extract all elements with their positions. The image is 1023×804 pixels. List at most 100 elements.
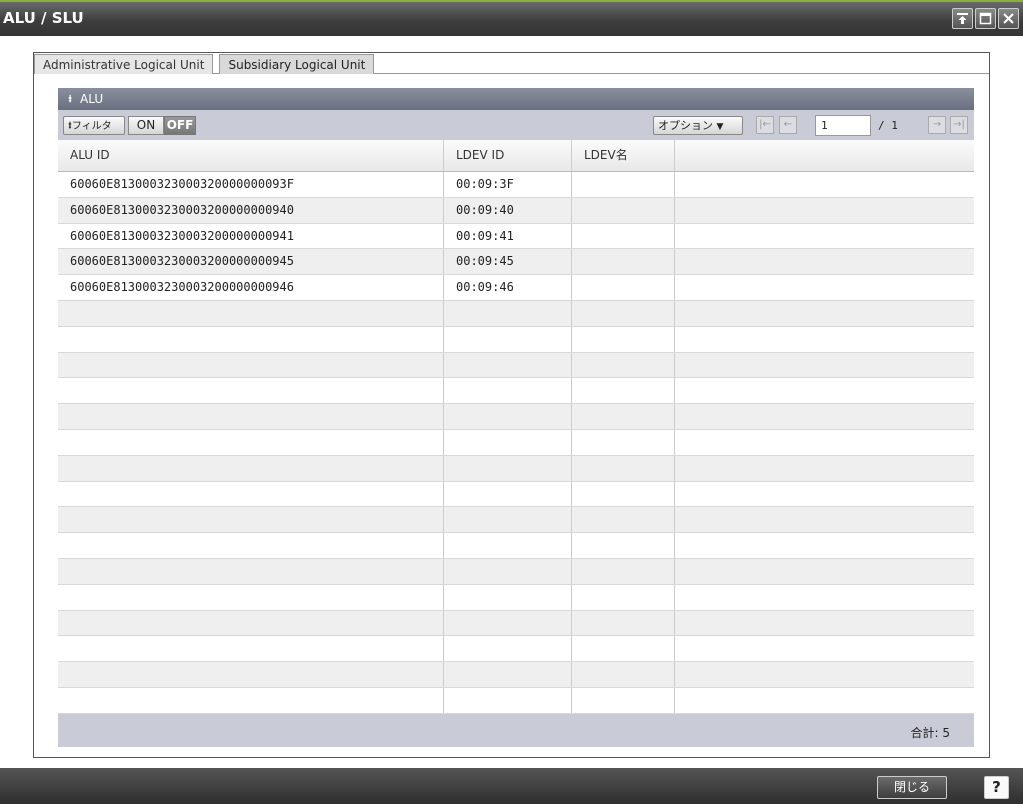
cell-ldev-name	[572, 636, 675, 662]
cell-empty	[675, 301, 974, 326]
filter-off-toggle[interactable]: OFF	[164, 116, 196, 135]
cell-ldev-id	[444, 507, 572, 533]
tab-bar: Administrative Logical Unit Subsidiary L…	[34, 52, 380, 74]
cell-ldev-id	[444, 584, 572, 610]
last-page-icon[interactable]: →|	[950, 116, 968, 134]
table-row[interactable]	[58, 636, 974, 663]
cell-empty	[675, 249, 974, 274]
cell-ldev-name	[572, 429, 675, 455]
cell-ldev-id	[444, 352, 572, 378]
table-footer: 合計: 5	[58, 714, 974, 747]
table-row[interactable]	[58, 326, 974, 353]
table-row[interactable]	[58, 662, 974, 688]
table-row[interactable]	[58, 533, 974, 559]
cell-ldev-id: 00:09:3F	[444, 172, 572, 197]
cell-ldev-name	[572, 378, 675, 404]
cell-empty	[675, 404, 974, 429]
cell-alu-id	[58, 636, 444, 662]
cell-alu-id	[58, 687, 444, 713]
table-header: ALU ID LDEV ID LDEV名	[58, 140, 974, 172]
table-row[interactable]: 60060E8130003230003200000000940 00:09:40	[58, 197, 974, 224]
table-row[interactable]: 60060E813000323000320000000093F 00:09:3F	[58, 172, 974, 198]
window-title: ALU / SLU	[3, 9, 84, 27]
cell-ldev-name	[572, 455, 675, 481]
table-row[interactable]: 60060E8130003230003200000000946 00:09:46	[58, 275, 974, 301]
cell-empty	[675, 533, 974, 558]
cell-ldev-name	[572, 481, 675, 507]
next-page-icon[interactable]: →	[928, 116, 946, 134]
caret-down-icon: ▼	[716, 122, 724, 132]
table-row[interactable]	[58, 507, 974, 534]
cell-empty	[675, 559, 974, 584]
cell-alu-id	[58, 533, 444, 558]
cell-empty	[675, 275, 974, 300]
bottom-bar: 閉じる ?	[0, 768, 1023, 804]
table-row[interactable]	[58, 300, 974, 327]
cell-ldev-name	[572, 687, 675, 713]
cell-ldev-id	[444, 558, 572, 584]
double-chevron-up-icon: ⭽︎	[68, 92, 73, 106]
table-row[interactable]	[58, 352, 974, 379]
first-page-icon[interactable]: |←	[756, 116, 774, 134]
cell-ldev-id	[444, 481, 572, 507]
cell-ldev-id	[444, 533, 572, 558]
filter-button[interactable]: ⭽︎フィルタ	[63, 116, 125, 135]
table-row[interactable]: 60060E8130003230003200000000941 00:09:41	[58, 223, 974, 250]
section-header[interactable]: ⭽︎ ALU	[58, 88, 974, 110]
table-row[interactable]	[58, 584, 974, 611]
cell-alu-id	[58, 455, 444, 481]
table-row[interactable]	[58, 455, 974, 482]
help-button[interactable]: ?	[984, 776, 1009, 799]
cell-ldev-id: 00:09:40	[444, 197, 572, 223]
cell-ldev-id	[444, 326, 572, 352]
cell-alu-id	[58, 481, 444, 507]
cell-ldev-id	[444, 662, 572, 687]
cell-empty	[675, 224, 974, 249]
column-header-alu-id[interactable]: ALU ID	[58, 140, 444, 171]
table-row[interactable]	[58, 687, 974, 714]
cell-empty	[675, 611, 974, 636]
tab-administrative-logical-unit[interactable]: Administrative Logical Unit	[34, 54, 214, 74]
cell-alu-id	[58, 404, 444, 429]
cell-ldev-name	[572, 300, 675, 326]
maximize-icon[interactable]	[975, 8, 996, 29]
cell-alu-id	[58, 326, 444, 352]
options-button[interactable]: オプション ▼	[653, 116, 743, 135]
table-row[interactable]	[58, 481, 974, 508]
table-row[interactable]	[58, 404, 974, 430]
cell-alu-id	[58, 378, 444, 404]
column-header-ldev-id[interactable]: LDEV ID	[444, 140, 572, 171]
close-button[interactable]: 閉じる	[877, 776, 947, 799]
cell-ldev-name	[572, 249, 675, 275]
cell-alu-id: 60060E813000323000320000000093F	[58, 172, 444, 197]
page-number-input[interactable]: 1	[815, 115, 871, 136]
alu-table: ALU ID LDEV ID LDEV名 60060E8130003230003…	[58, 140, 974, 740]
cell-alu-id	[58, 352, 444, 378]
table-row[interactable]: 60060E8130003230003200000000945 00:09:45	[58, 249, 974, 276]
close-icon[interactable]	[998, 8, 1019, 29]
cell-ldev-name	[572, 533, 675, 558]
table-row[interactable]	[58, 429, 974, 456]
prev-page-icon[interactable]: ←	[779, 116, 797, 134]
table-row[interactable]	[58, 558, 974, 585]
tab-subsidiary-logical-unit[interactable]: Subsidiary Logical Unit	[219, 54, 375, 74]
pin-icon[interactable]	[952, 8, 973, 29]
cell-empty	[675, 688, 974, 713]
cell-alu-id	[58, 662, 444, 687]
page-total: / 1	[878, 119, 898, 132]
cell-ldev-id	[444, 300, 572, 326]
table-row[interactable]	[58, 378, 974, 405]
cell-ldev-name	[572, 326, 675, 352]
cell-alu-id: 60060E8130003230003200000000940	[58, 197, 444, 223]
cell-alu-id: 60060E8130003230003200000000945	[58, 249, 444, 275]
table-row[interactable]	[58, 610, 974, 637]
cell-ldev-name	[572, 558, 675, 584]
cell-empty	[675, 378, 974, 403]
cell-alu-id	[58, 300, 444, 326]
filter-on-toggle[interactable]: ON	[128, 116, 164, 135]
cell-ldev-name	[572, 404, 675, 429]
cell-empty	[675, 353, 974, 378]
cell-alu-id: 60060E8130003230003200000000941	[58, 223, 444, 249]
table-toolbar: ⭽︎フィルタ ON OFF オプション ▼ |← ← 1 / 1 → →|	[58, 110, 974, 140]
column-header-ldev-name[interactable]: LDEV名	[572, 140, 675, 171]
